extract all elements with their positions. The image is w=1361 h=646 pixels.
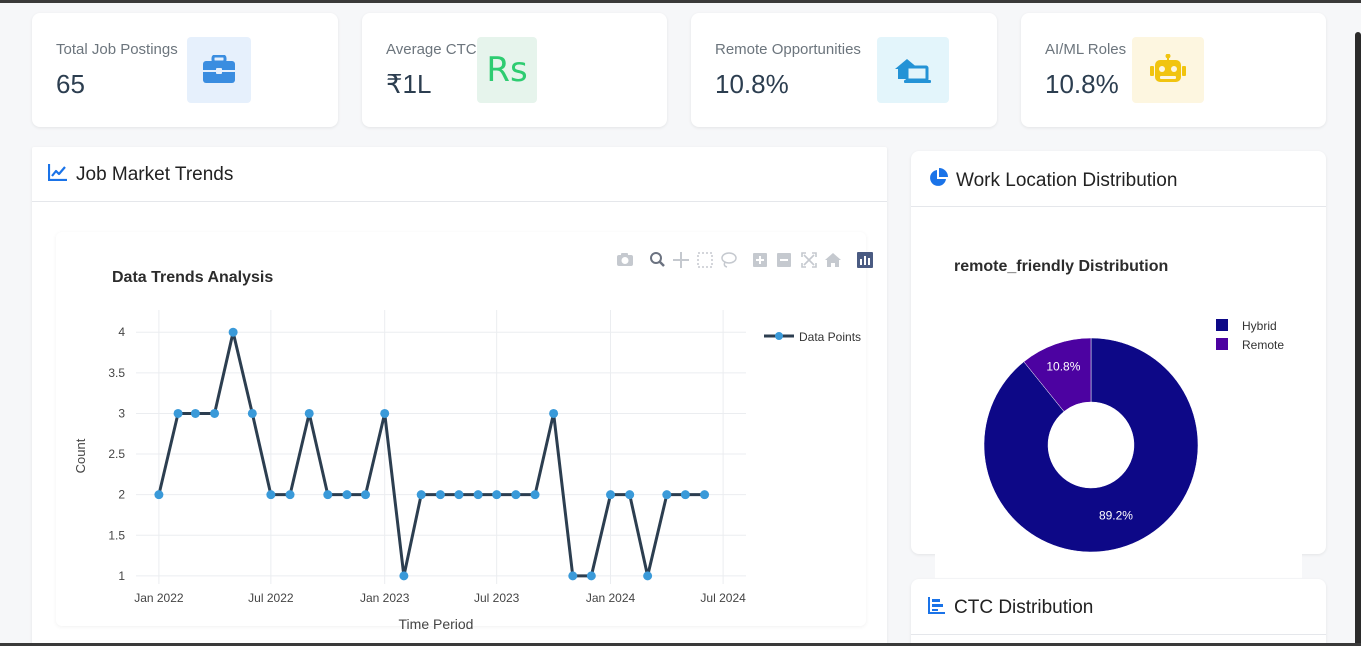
x-axis-label: Time Period: [399, 616, 474, 632]
x-tick-label: Jan 2023: [360, 591, 410, 605]
data-point[interactable]: [680, 490, 690, 500]
stat-label: AI/ML Roles: [1045, 41, 1127, 58]
legend-label: Remote: [1242, 338, 1284, 352]
x-tick-label: Jul 2024: [700, 591, 746, 605]
y-tick-label: 3.5: [108, 366, 125, 380]
y-tick-label: 2.5: [108, 447, 125, 461]
x-tick-label: Jul 2022: [248, 591, 294, 605]
stat-card-remote: Remote Opportunities 10.8%: [691, 13, 997, 127]
data-point[interactable]: [380, 408, 390, 418]
pie-value-label: 10.8%: [1046, 360, 1080, 374]
data-point[interactable]: [266, 490, 276, 500]
data-point[interactable]: [662, 490, 672, 500]
data-point[interactable]: [700, 490, 710, 500]
legend-label: Hybrid: [1242, 319, 1277, 333]
y-tick-label: 4: [118, 325, 125, 339]
data-point[interactable]: [473, 490, 483, 500]
bar-chart-icon: [928, 596, 946, 620]
pie-chart: remote_friendly Distribution 89.2%10.8% …: [935, 232, 1302, 578]
data-point[interactable]: [454, 490, 464, 500]
stat-value: ₹1L: [386, 69, 432, 99]
panel-title: CTC Distribution: [954, 597, 1094, 618]
y-axis-label: Count: [73, 438, 88, 473]
data-point[interactable]: [549, 408, 559, 418]
stat-label: Remote Opportunities: [715, 41, 861, 58]
data-point[interactable]: [606, 490, 616, 500]
rupee-icon: Rs: [477, 37, 537, 103]
data-point[interactable]: [586, 571, 596, 581]
data-point[interactable]: [154, 490, 164, 500]
ctc-panel-header: CTC Distribution: [928, 596, 1093, 620]
stat-value: 10.8%: [715, 69, 789, 99]
data-point[interactable]: [643, 571, 653, 581]
briefcase-icon: [187, 37, 251, 103]
x-tick-label: Jan 2022: [134, 591, 184, 605]
data-point[interactable]: [342, 490, 352, 500]
window-top-border: [0, 0, 1361, 3]
data-point[interactable]: [285, 490, 295, 500]
line-chart-icon: [47, 163, 68, 187]
pie-value-label: 89.2%: [1099, 509, 1133, 523]
data-point[interactable]: [435, 490, 445, 500]
trends-divider: [32, 201, 887, 202]
stat-label: Average CTC: [386, 41, 477, 58]
chart-title: Data Trends Analysis: [112, 269, 273, 286]
laptop-house-icon: [877, 37, 949, 103]
data-point[interactable]: [190, 408, 200, 418]
y-tick-label: 2: [118, 488, 125, 502]
panel-title: Work Location Distribution: [956, 170, 1178, 191]
data-point[interactable]: [323, 490, 333, 500]
legend-label: Data Points: [799, 330, 861, 344]
data-point[interactable]: [416, 490, 426, 500]
x-tick-label: Jul 2023: [474, 591, 520, 605]
panel-title: Job Market Trends: [76, 164, 234, 185]
location-panel-header: Work Location Distribution: [928, 168, 1177, 194]
trend-chart: Data Trends Analysis 1 1.5 2 2.5 3 3.5 4 Jan 20…: [73, 269, 861, 632]
stat-card-average-ctc: Average CTC ₹1L Rs: [362, 13, 667, 127]
data-point[interactable]: [210, 408, 220, 418]
data-point[interactable]: [492, 490, 502, 500]
y-tick-label: 1: [118, 569, 125, 583]
stat-value: 65: [56, 69, 85, 99]
chart-legend[interactable]: Data Points: [764, 330, 861, 344]
stat-card-total-postings: Total Job Postings 65: [32, 13, 338, 127]
x-tick-label: Jan 2024: [586, 591, 636, 605]
y-tick-label: 1.5: [108, 528, 125, 542]
stat-card-aiml: AI/ML Roles 10.8%: [1021, 13, 1326, 127]
data-point[interactable]: [173, 408, 183, 418]
stat-value: 10.8%: [1045, 69, 1119, 99]
data-point[interactable]: [304, 408, 314, 418]
pie-title: remote_friendly Distribution: [954, 258, 1168, 275]
rupee-glyph: Rs: [486, 50, 528, 90]
data-point[interactable]: [228, 327, 238, 337]
data-point[interactable]: [625, 490, 635, 500]
pie-chart-icon: [928, 168, 948, 194]
data-point[interactable]: [568, 571, 578, 581]
y-tick-label: 3: [118, 406, 125, 420]
robot-icon: [1132, 37, 1204, 103]
location-divider: [911, 206, 1326, 207]
data-point[interactable]: [247, 408, 257, 418]
page-scrollbar[interactable]: [1355, 32, 1361, 646]
stat-label: Total Job Postings: [56, 41, 178, 58]
data-point[interactable]: [511, 490, 521, 500]
ctc-divider: [911, 634, 1326, 635]
data-point[interactable]: [530, 490, 540, 500]
trends-panel-header: Job Market Trends: [47, 163, 234, 187]
data-point[interactable]: [399, 571, 409, 581]
data-point[interactable]: [361, 490, 371, 500]
